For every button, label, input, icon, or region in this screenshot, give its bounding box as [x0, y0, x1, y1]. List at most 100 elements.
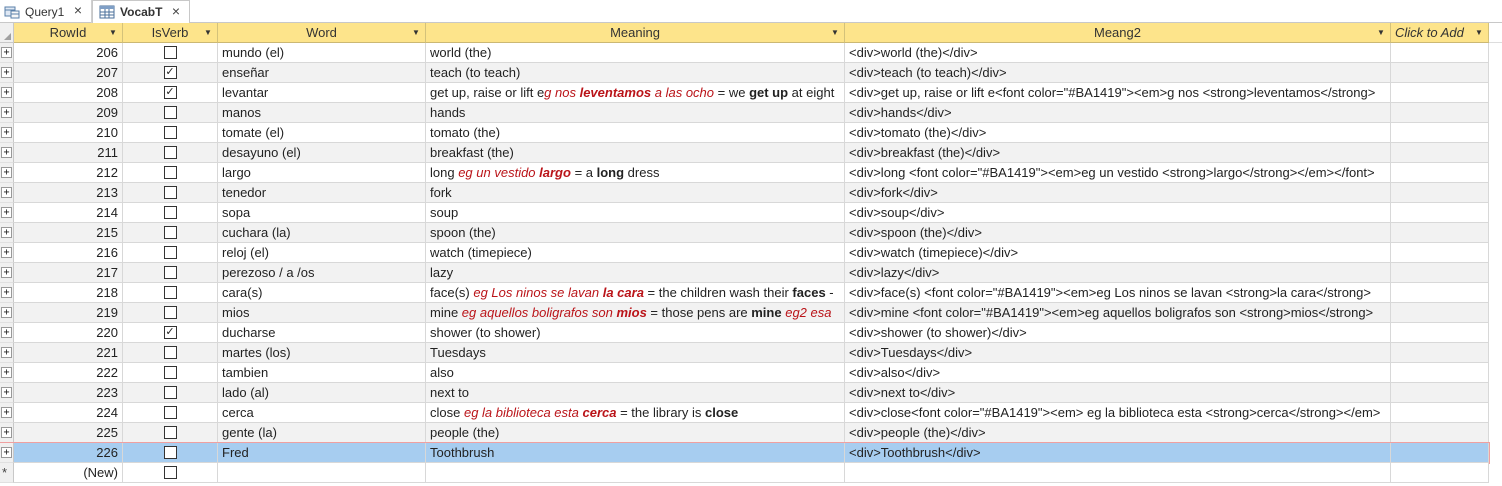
expand-subdatasheet-icon[interactable]: +	[1, 207, 12, 218]
cell-word[interactable]: levantar	[218, 83, 426, 103]
cell-word[interactable]: reloj (el)	[218, 243, 426, 263]
expand-subdatasheet-icon[interactable]: +	[1, 107, 12, 118]
dropdown-arrow-icon[interactable]: ▼	[107, 26, 119, 39]
expand-subdatasheet-icon[interactable]: +	[1, 87, 12, 98]
table-row[interactable]: +214 sopa soup <div>soup</div>	[0, 203, 1490, 223]
cell-rowid[interactable]: 207	[14, 63, 123, 83]
cell-meang2[interactable]: <div>mine <font color="#BA1419"><em>eg a…	[845, 303, 1391, 323]
row-selector[interactable]: +	[0, 303, 14, 323]
cell-meang2[interactable]: <div>Toothbrush</div>	[845, 443, 1391, 463]
row-selector[interactable]: +	[0, 243, 14, 263]
cell-meang2[interactable]: <div>get up, raise or lift e<font color=…	[845, 83, 1391, 103]
cell-meang2[interactable]: <div>world (the)</div>	[845, 43, 1391, 63]
cell-rowid[interactable]: 219	[14, 303, 123, 323]
cell-meaning[interactable]: soup	[426, 203, 845, 223]
expand-subdatasheet-icon[interactable]: +	[1, 247, 12, 258]
cell-meaning[interactable]: fork	[426, 183, 845, 203]
row-selector[interactable]: +	[0, 203, 14, 223]
tab-query1[interactable]: Query1 ×	[0, 0, 92, 23]
cell-word[interactable]: martes (los)	[218, 343, 426, 363]
table-row[interactable]: +209 manos hands <div>hands</div>	[0, 103, 1490, 123]
cell-meang2[interactable]: <div>hands</div>	[845, 103, 1391, 123]
cell-click-to-add[interactable]	[1391, 443, 1489, 463]
cell-word[interactable]: tambien	[218, 363, 426, 383]
table-row[interactable]: +211 desayuno (el) breakfast (the) <div>bre…	[0, 143, 1490, 163]
cell-meaning[interactable]: shower (to shower)	[426, 323, 845, 343]
cell-meang2[interactable]: <div>tomato (the)</div>	[845, 123, 1391, 143]
table-row[interactable]: +215 cuchara (la) spoon (the) <div>spoon (t…	[0, 223, 1490, 243]
cell-meaning[interactable]: watch (timepiece)	[426, 243, 845, 263]
cell-meang2[interactable]: <div>breakfast (the)</div>	[845, 143, 1391, 163]
table-row[interactable]: +223 lado (al) next to <div>next to</div>	[0, 383, 1490, 403]
row-selector[interactable]: +	[0, 143, 14, 163]
cell-rowid[interactable]: 225	[14, 423, 123, 443]
table-row[interactable]: +216 reloj (el) watch (timepiece) <div>watc…	[0, 243, 1490, 263]
expand-subdatasheet-icon[interactable]: +	[1, 387, 12, 398]
cell-rowid[interactable]: 216	[14, 243, 123, 263]
isverb-checkbox[interactable]	[163, 46, 177, 59]
table-row[interactable]: +224 cerca close eg la biblioteca esta cer…	[0, 403, 1490, 423]
isverb-checkbox[interactable]	[163, 106, 177, 119]
cell-click-to-add[interactable]	[1391, 183, 1489, 203]
table-row[interactable]: +220 ✓ ducharse shower (to shower) <div>show…	[0, 323, 1490, 343]
row-selector[interactable]: +	[0, 403, 14, 423]
cell-word[interactable]: Fred	[218, 443, 426, 463]
dropdown-arrow-icon[interactable]: ▼	[410, 26, 422, 39]
isverb-checkbox[interactable]	[163, 266, 177, 279]
cell-rowid[interactable]: 213	[14, 183, 123, 203]
cell-meaning[interactable]: world (the)	[426, 43, 845, 63]
cell-meaning[interactable]: long eg un vestido largo = a long dress	[426, 163, 845, 183]
row-selector[interactable]: +	[0, 323, 14, 343]
close-icon[interactable]: ×	[71, 3, 85, 18]
new-record-row[interactable]: * (New)	[0, 463, 1490, 483]
cell-meang2[interactable]: <div>fork</div>	[845, 183, 1391, 203]
cell-click-to-add[interactable]	[1391, 323, 1489, 343]
cell-click-to-add[interactable]	[1391, 163, 1489, 183]
row-selector[interactable]: +	[0, 263, 14, 283]
expand-subdatasheet-icon[interactable]: +	[1, 167, 12, 178]
dropdown-arrow-icon[interactable]: ▼	[202, 26, 214, 39]
cell-rowid[interactable]: 212	[14, 163, 123, 183]
cell-word[interactable]: cuchara (la)	[218, 223, 426, 243]
dropdown-arrow-icon[interactable]: ▼	[1375, 26, 1387, 39]
cell-click-to-add[interactable]	[1391, 303, 1489, 323]
cell-rowid[interactable]: 210	[14, 123, 123, 143]
cell-meang2[interactable]: <div>teach (to teach)</div>	[845, 63, 1391, 83]
isverb-checkbox[interactable]	[163, 226, 177, 239]
expand-subdatasheet-icon[interactable]: +	[1, 447, 12, 458]
isverb-checkbox[interactable]	[163, 346, 177, 359]
cell-click-to-add[interactable]	[1391, 243, 1489, 263]
cell-meaning[interactable]: face(s) eg Los ninos se lavan la cara = …	[426, 283, 845, 303]
isverb-checkbox[interactable]	[163, 126, 177, 139]
cell-meang2[interactable]: <div>face(s) <font color="#BA1419"><em>e…	[845, 283, 1391, 303]
table-row[interactable]: +222 tambien also <div>also</div>	[0, 363, 1490, 383]
row-selector[interactable]: +	[0, 163, 14, 183]
cell-meang2[interactable]: <div>spoon (the)</div>	[845, 223, 1391, 243]
isverb-checkbox[interactable]	[163, 166, 177, 179]
cell-click-to-add[interactable]	[1391, 123, 1489, 143]
cell-click-to-add[interactable]	[1391, 363, 1489, 383]
cell-word[interactable]: lado (al)	[218, 383, 426, 403]
cell-click-to-add[interactable]	[1391, 223, 1489, 243]
row-selector[interactable]: +	[0, 103, 14, 123]
column-header-meang2[interactable]: Meang2 ▼	[845, 23, 1391, 43]
cell-meaning[interactable]	[426, 463, 845, 483]
expand-subdatasheet-icon[interactable]: +	[1, 307, 12, 318]
cell-meang2[interactable]: <div>soup</div>	[845, 203, 1391, 223]
expand-subdatasheet-icon[interactable]: +	[1, 287, 12, 298]
cell-rowid[interactable]: 218	[14, 283, 123, 303]
cell-rowid[interactable]: 221	[14, 343, 123, 363]
expand-subdatasheet-icon[interactable]: +	[1, 267, 12, 278]
cell-word[interactable]: desayuno (el)	[218, 143, 426, 163]
column-header-meaning[interactable]: Meaning ▼	[426, 23, 845, 43]
cell-click-to-add[interactable]	[1391, 43, 1489, 63]
expand-subdatasheet-icon[interactable]: +	[1, 407, 12, 418]
cell-meaning[interactable]: next to	[426, 383, 845, 403]
row-selector[interactable]: +	[0, 443, 14, 463]
cell-word[interactable]: largo	[218, 163, 426, 183]
isverb-checkbox[interactable]	[163, 286, 177, 299]
row-selector[interactable]: +	[0, 223, 14, 243]
cell-rowid[interactable]: 220	[14, 323, 123, 343]
cell-rowid[interactable]: 211	[14, 143, 123, 163]
cell-click-to-add[interactable]	[1391, 403, 1489, 423]
